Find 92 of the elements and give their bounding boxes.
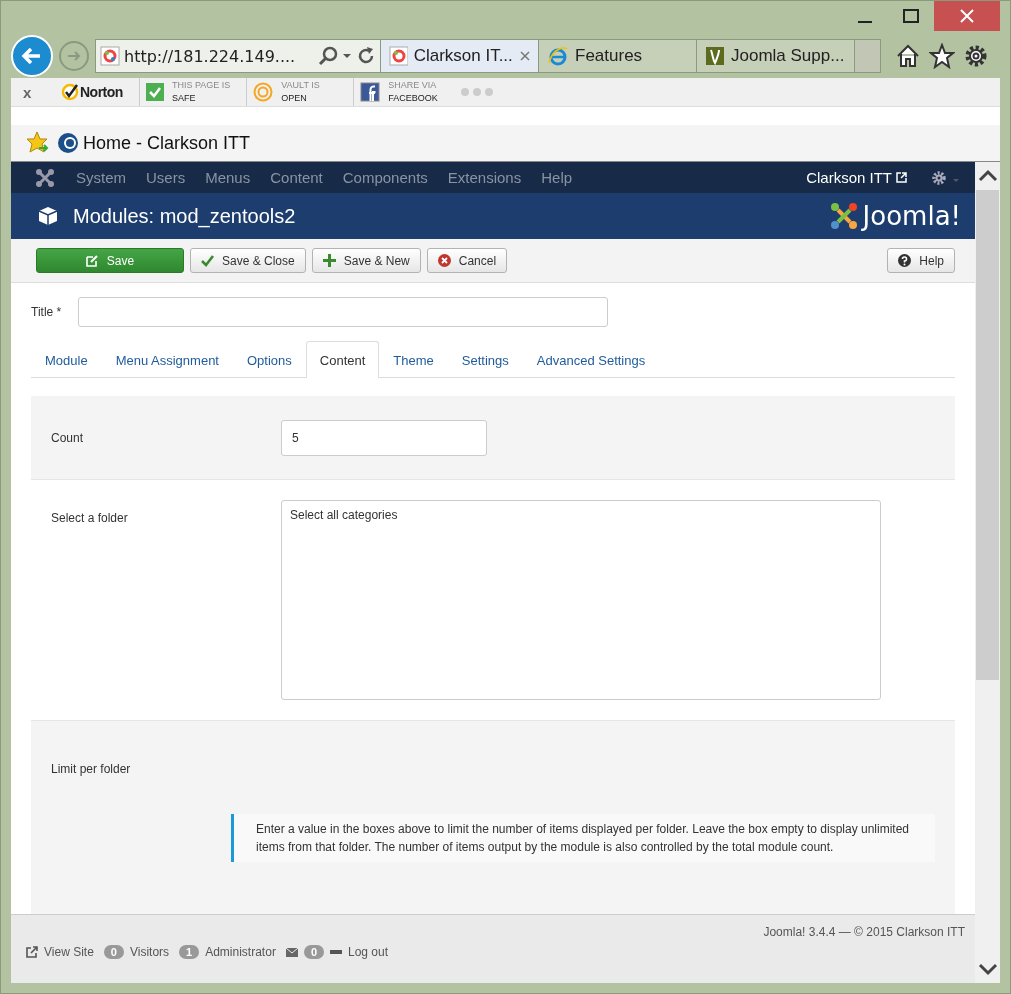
title-input[interactable] — [78, 297, 608, 327]
help-button[interactable]: Help — [887, 248, 955, 273]
page-title: Modules: mod_zentools2 — [73, 204, 296, 228]
scroll-thumb[interactable] — [976, 190, 999, 680]
close-icon — [960, 9, 974, 23]
maximize-icon — [903, 9, 919, 23]
site-link[interactable]: Clarkson ITT — [806, 169, 892, 186]
menu-item[interactable]: Help — [541, 169, 573, 186]
c-logo-icon — [57, 132, 79, 154]
refresh-icon[interactable] — [356, 46, 376, 66]
menu-item[interactable]: Users — [146, 169, 186, 186]
favorites-star-icon[interactable] — [929, 43, 955, 69]
add-favorite-star-icon[interactable] — [25, 130, 51, 156]
toolbar-button[interactable]: Cancel — [426, 248, 508, 273]
title-label: Title * — [31, 305, 63, 319]
view-site-link[interactable]: View Site — [44, 945, 94, 959]
count-badge: 0 — [303, 945, 324, 959]
more-dots-icon[interactable] — [460, 87, 495, 97]
address-bar[interactable]: http://181.224.149.... — [95, 39, 381, 73]
form-tab[interactable]: Menu Assignment — [101, 342, 233, 378]
joomla-logo: Joomla! — [828, 201, 961, 231]
joomla-mark-icon — [828, 201, 859, 231]
search-icon[interactable] — [318, 46, 338, 66]
browser-tab[interactable]: Clarkson IT... — [381, 39, 539, 73]
status-caption: THIS PAGE IS — [171, 79, 231, 92]
count-badge: 0 — [103, 945, 124, 959]
facebook-icon[interactable] — [360, 82, 381, 102]
browser-tab[interactable]: Features — [539, 39, 697, 73]
form-tab[interactable]: Module — [31, 342, 102, 378]
vault-icon — [253, 82, 274, 102]
listbox-option[interactable]: Select all categories — [290, 508, 398, 522]
minus-icon — [330, 950, 342, 954]
minimize-icon — [858, 21, 872, 23]
browser-tab[interactable]: Joomla Supp... — [697, 39, 855, 73]
administrator-label: Administrator — [205, 945, 276, 959]
edit-icon — [85, 254, 99, 267]
check-icon — [201, 254, 214, 267]
toolbar-button[interactable]: Save — [36, 248, 184, 273]
menu-item[interactable]: System — [76, 169, 126, 186]
check-badge-icon — [145, 83, 164, 101]
status-caption: VAULT IS — [281, 79, 320, 92]
cancel-icon — [437, 254, 451, 267]
status-caption: SHARE VIA — [388, 79, 438, 92]
menu-item[interactable]: Components — [342, 169, 428, 186]
leaf-favicon-icon — [705, 46, 725, 66]
joomla-logo-icon[interactable] — [35, 167, 55, 188]
menu-item[interactable]: Menus — [205, 169, 251, 186]
e-logo-icon — [547, 45, 569, 67]
form-tab[interactable]: Content — [305, 341, 380, 378]
count-input[interactable]: 5 — [281, 419, 487, 456]
toolbar-button[interactable]: Save & New — [311, 248, 421, 273]
close-button[interactable] — [934, 1, 1000, 31]
tick-logo-icon — [61, 83, 79, 101]
address-text: http://181.224.149.... — [124, 46, 297, 66]
version-text: Joomla! 3.4.4 — © 2015 Clarkson ITT — [763, 925, 965, 939]
settings-icon[interactable] — [931, 169, 961, 186]
help-icon — [898, 254, 912, 267]
status-value: FACEBOOK — [388, 92, 438, 105]
folder-listbox[interactable]: Select all categories — [281, 500, 881, 700]
external-link-icon — [896, 172, 907, 183]
scrollbar[interactable] — [975, 162, 1000, 983]
field-label: Count — [51, 430, 85, 445]
status-value: OPEN — [281, 92, 308, 105]
note-text: Enter a value in the boxes above to limit the number of items displayed per folder. Leave the box empty to display unlimited items from that folder. The number of items output by the module is also controlled by the total module count. — [256, 822, 910, 854]
external-link-icon — [26, 946, 38, 958]
count-badge: 1 — [179, 945, 200, 959]
cube-icon — [37, 205, 59, 227]
form-tab[interactable]: Theme — [379, 342, 448, 378]
form-tab[interactable]: Options — [233, 342, 306, 378]
back-button[interactable] — [11, 35, 53, 77]
scroll-up-icon[interactable] — [977, 168, 998, 182]
home-icon[interactable] — [895, 43, 921, 69]
scroll-down-icon[interactable] — [977, 963, 998, 977]
close-tab-icon[interactable] — [518, 50, 530, 62]
field-label: Select a folder — [51, 511, 129, 525]
favorite-link[interactable]: Home - Clarkson ITT — [57, 132, 251, 154]
site-favicon-icon — [100, 46, 120, 66]
form-tab[interactable]: Settings — [447, 342, 523, 378]
status-value: SAFE — [171, 92, 197, 105]
field-label: Limit per folder — [51, 762, 132, 776]
norton-logo: Norton — [61, 83, 129, 101]
menu-item[interactable]: Extensions — [447, 169, 522, 186]
log-out-link[interactable]: Log out — [348, 945, 389, 959]
close-toolbar-button[interactable]: x — [23, 83, 51, 101]
form-tab[interactable]: Advanced Settings — [522, 342, 660, 378]
menu-item[interactable]: Content — [270, 169, 323, 186]
site-favicon-icon — [389, 46, 408, 66]
plus-icon — [322, 254, 336, 267]
envelope-icon[interactable] — [285, 947, 298, 957]
visitors-label: Visitors — [129, 945, 170, 959]
settings-icon[interactable] — [963, 43, 989, 69]
toolbar-button[interactable]: Save & Close — [190, 248, 306, 273]
